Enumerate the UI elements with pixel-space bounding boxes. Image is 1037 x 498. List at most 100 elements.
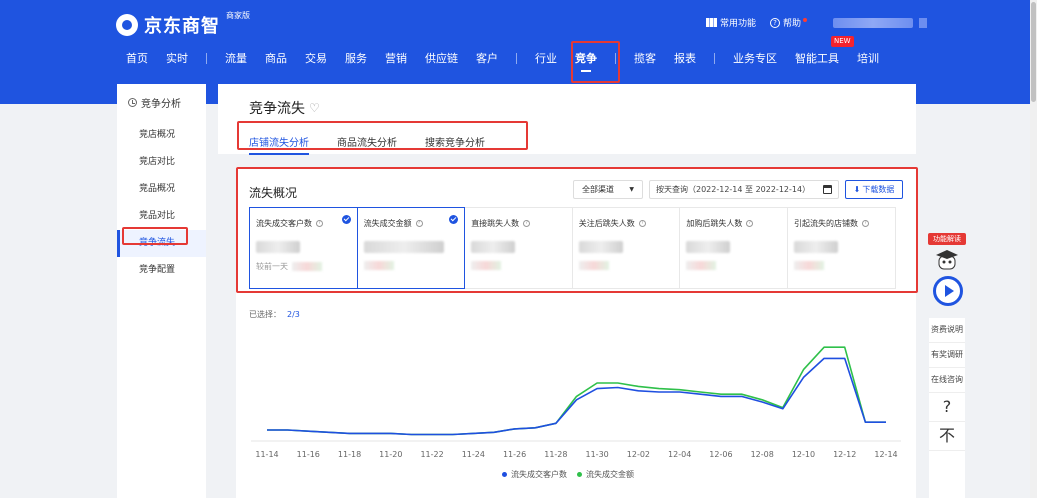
user-account-blurred-extra bbox=[919, 17, 927, 28]
x-tick-label: 11-28 bbox=[544, 450, 567, 459]
info-icon[interactable]: ? bbox=[316, 220, 323, 227]
highlight-box-tabs bbox=[237, 121, 528, 150]
metric-label-text: 流失成交金额 bbox=[363, 219, 412, 228]
metric-compare: 较前一天 bbox=[256, 261, 351, 272]
scrollbar[interactable] bbox=[1030, 0, 1037, 498]
metric-compare bbox=[363, 261, 459, 270]
nav-item-trade[interactable]: 交易 bbox=[305, 50, 327, 66]
main-nav: 首页 实时 流量 商品 交易 服务 营销 供应链 客户 行业 竞争 揽客 报表 … bbox=[126, 36, 897, 72]
robot-assistant-icon[interactable] bbox=[934, 247, 960, 273]
legend-dot bbox=[502, 472, 507, 477]
metric-value-blurred bbox=[256, 241, 300, 253]
help-icon: ? bbox=[769, 17, 780, 28]
grid-icon bbox=[705, 18, 717, 27]
nav-item-training[interactable]: 培训 bbox=[857, 50, 879, 66]
sidebar-item-competitor-store-compare[interactable]: 竞店对比 bbox=[117, 149, 206, 176]
x-tick-label: 12-06 bbox=[709, 450, 732, 459]
sidebar-header-label: 竞争分析 bbox=[141, 99, 181, 110]
sidebar-list: 竞店概况 竞店对比 竞品概况 竞品对比 竞争流失 竞争配置 bbox=[117, 122, 206, 284]
x-tick-label: 11-22 bbox=[420, 450, 443, 459]
x-tick-label: 11-24 bbox=[462, 450, 485, 459]
legend-item[interactable]: 流失成交金额 bbox=[577, 469, 634, 480]
sidebar-item-competition-config[interactable]: 竞争配置 bbox=[117, 257, 206, 284]
nav-item-smart-tools[interactable]: 智能工具 NEW bbox=[795, 36, 854, 66]
pricing-info-button[interactable]: 资费说明 bbox=[929, 318, 965, 343]
nav-item-customer[interactable]: 客户 bbox=[476, 50, 498, 66]
metric-card[interactable]: 流失成交金额? bbox=[356, 207, 466, 289]
back-to-top-icon[interactable]: 不 bbox=[929, 422, 965, 451]
feature-explain-tag[interactable]: 功能解读 bbox=[928, 233, 966, 245]
legend-label: 流失成交金额 bbox=[586, 470, 634, 479]
nav-item-customer-acquisition[interactable]: 揽客 bbox=[634, 50, 656, 66]
heart-icon[interactable]: ♡ bbox=[309, 101, 320, 115]
compare-value-blurred bbox=[292, 262, 322, 271]
chart-legend: 流失成交客户数 流失成交金额 bbox=[502, 469, 644, 480]
x-tick-label: 11-20 bbox=[379, 450, 402, 459]
common-functions-label: 常用功能 bbox=[719, 19, 756, 29]
sidebar-item-competitor-product-compare[interactable]: 竞品对比 bbox=[117, 203, 206, 230]
nav-item-marketing[interactable]: 营销 bbox=[385, 50, 407, 66]
nav-item-product[interactable]: 商品 bbox=[265, 50, 287, 66]
sidebar-header[interactable]: 竞争分析 bbox=[117, 84, 206, 110]
compare-value-blurred bbox=[363, 261, 394, 270]
metric-value-blurred bbox=[363, 241, 444, 253]
nav-item-realtime[interactable]: 实时 bbox=[166, 50, 188, 66]
common-functions-button[interactable]: 常用功能 bbox=[705, 16, 756, 29]
user-account-blurred[interactable] bbox=[833, 17, 913, 28]
video-play-icon[interactable] bbox=[933, 276, 963, 306]
x-tick-label: 12-12 bbox=[833, 450, 856, 459]
x-tick-label: 11-26 bbox=[503, 450, 526, 459]
question-icon[interactable]: ? bbox=[929, 393, 965, 422]
highlight-box-sidebar bbox=[122, 227, 188, 245]
nav-divider bbox=[206, 52, 207, 64]
series-line-1[interactable] bbox=[267, 346, 886, 436]
nav-divider bbox=[714, 52, 715, 64]
metric-card[interactable]: 流失成交客户数? 较前一天 bbox=[249, 207, 358, 289]
compare-label: 较前一天 bbox=[256, 262, 288, 271]
info-icon[interactable]: ? bbox=[415, 220, 423, 227]
logo-text: 京东商智 bbox=[144, 16, 220, 37]
edition-label: 商家版 bbox=[226, 11, 250, 20]
clock-icon bbox=[128, 98, 137, 107]
x-tick-label: 11-30 bbox=[586, 450, 609, 459]
notification-dot bbox=[803, 17, 807, 22]
nav-item-service[interactable]: 服务 bbox=[345, 50, 367, 66]
sidebar-item-competitor-store-overview[interactable]: 竞店概况 bbox=[117, 122, 206, 149]
metric-label-text: 流失成交客户数 bbox=[256, 219, 312, 228]
nav-item-industry[interactable]: 行业 bbox=[535, 50, 557, 66]
new-badge: NEW bbox=[831, 36, 854, 47]
nav-item-home[interactable]: 首页 bbox=[126, 50, 148, 66]
x-tick-label: 12-02 bbox=[627, 450, 650, 459]
legend-label: 流失成交客户数 bbox=[511, 470, 567, 479]
x-tick-label: 11-18 bbox=[338, 450, 361, 459]
nav-item-smart-tools-label: 智能工具 bbox=[795, 52, 839, 65]
x-tick-label: 11-14 bbox=[255, 450, 278, 459]
nav-item-supply-chain[interactable]: 供应链 bbox=[425, 50, 458, 66]
logo-icon bbox=[116, 14, 138, 36]
legend-dot bbox=[577, 472, 582, 477]
highlight-box-nav bbox=[571, 41, 620, 83]
x-tick-label: 12-08 bbox=[751, 450, 774, 459]
legend-item[interactable]: 流失成交客户数 bbox=[502, 469, 567, 480]
online-consult-button[interactable]: 在线咨询 bbox=[929, 368, 965, 393]
x-tick-label: 12-10 bbox=[792, 450, 815, 459]
top-right-tools: 常用功能 ? 帮助 bbox=[705, 16, 927, 29]
scrollbar-thumb[interactable] bbox=[1031, 2, 1036, 102]
check-icon bbox=[341, 215, 351, 224]
page-title: 竞争流失 ♡ bbox=[249, 98, 320, 118]
metric-label: 流失成交金额? bbox=[364, 218, 459, 229]
nav-item-business-zone[interactable]: 业务专区 bbox=[733, 50, 777, 66]
x-tick-label: 11-16 bbox=[297, 450, 320, 459]
help-label: 帮助 bbox=[782, 19, 801, 29]
right-float-panel: 资费说明 有奖调研 在线咨询 ? 不 bbox=[929, 318, 965, 498]
nav-item-reports[interactable]: 报表 bbox=[674, 50, 696, 66]
nav-divider bbox=[516, 52, 517, 64]
nav-item-traffic[interactable]: 流量 bbox=[225, 50, 247, 66]
metric-label: 流失成交客户数? bbox=[256, 218, 351, 229]
x-tick-label: 12-04 bbox=[668, 450, 691, 459]
help-button[interactable]: ? 帮助 bbox=[769, 16, 807, 29]
sidebar-item-competitor-product-overview[interactable]: 竞品概况 bbox=[117, 176, 206, 203]
sidebar: 竞争分析 竞店概况 竞店对比 竞品概况 竞品对比 竞争流失 竞争配置 bbox=[117, 84, 206, 498]
survey-button[interactable]: 有奖调研 bbox=[929, 343, 965, 368]
logo[interactable]: 京东商智 商家版 bbox=[116, 11, 250, 38]
